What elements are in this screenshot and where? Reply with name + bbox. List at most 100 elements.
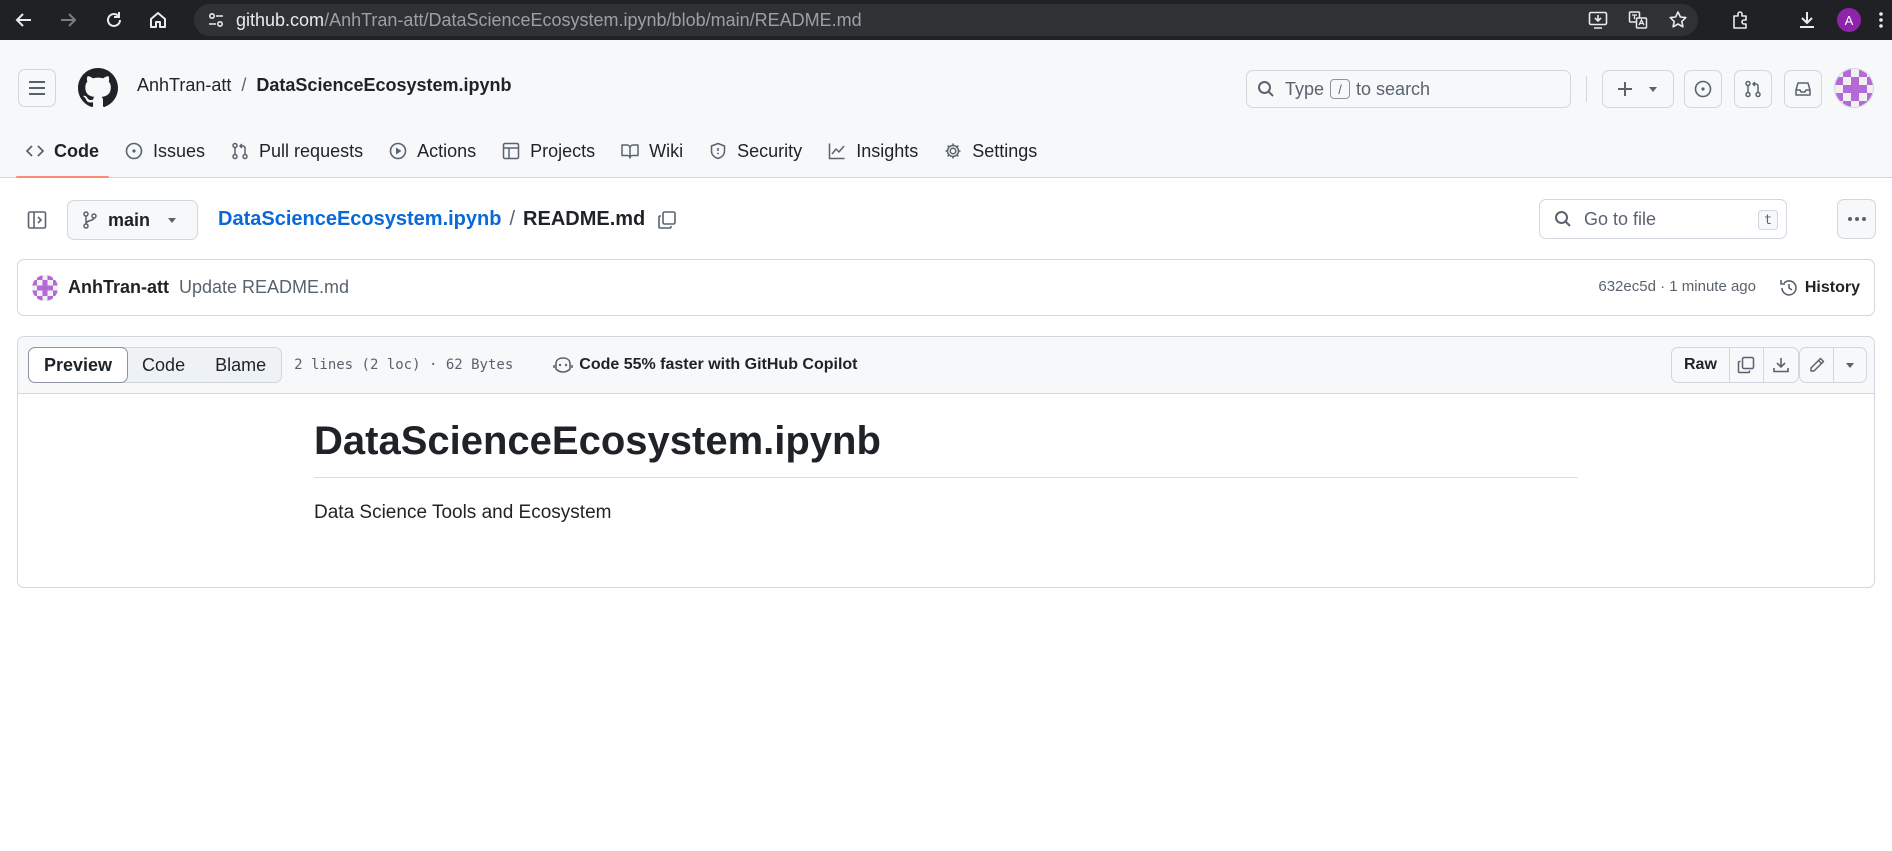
- profile-avatar: A: [1837, 8, 1861, 32]
- table-icon: [502, 142, 520, 160]
- tab-code[interactable]: Code: [16, 124, 109, 178]
- play-icon: [389, 142, 407, 160]
- tab-label: Security: [737, 140, 803, 161]
- code-mode-button[interactable]: Code: [127, 348, 200, 382]
- downloads-icon[interactable]: [1786, 0, 1828, 40]
- arrow-left-icon: [15, 13, 31, 27]
- chevron-down-icon: [1649, 87, 1657, 92]
- commit-sha-time[interactable]: 632ec5d · 1 minute ago: [1598, 278, 1756, 295]
- chevron-down-icon: [1846, 363, 1854, 368]
- forward-button[interactable]: [50, 0, 86, 40]
- copy-path-icon[interactable]: [657, 210, 677, 230]
- profile-button[interactable]: A: [1828, 0, 1870, 40]
- file-path-breadcrumb: DataScienceEcosystem.ipynb / README.md: [218, 208, 677, 231]
- inbox-icon: [1795, 82, 1811, 96]
- copy-raw-button[interactable]: [1730, 348, 1764, 382]
- search-icon: [1258, 81, 1274, 97]
- readme-content: DataScienceEcosystem.ipynb Data Science …: [314, 417, 1578, 524]
- commit-author[interactable]: AnhTran-att: [68, 277, 169, 298]
- hamburger-icon: [29, 81, 45, 95]
- back-button[interactable]: [6, 0, 42, 40]
- readme-paragraph: Data Science Tools and Ecosystem: [314, 502, 612, 523]
- tab-label: Actions: [417, 140, 477, 161]
- pull-requests-button[interactable]: [1734, 70, 1772, 108]
- download-button[interactable]: [1764, 348, 1798, 382]
- search-input[interactable]: Type / to search: [1246, 70, 1571, 108]
- tab-issues[interactable]: Issues: [115, 124, 215, 178]
- pencil-icon: [1809, 357, 1824, 372]
- view-mode-switch: Preview Code Blame: [28, 347, 283, 383]
- code-icon: [26, 142, 44, 160]
- raw-button[interactable]: Raw: [1672, 348, 1730, 382]
- site-info-icon[interactable]: [200, 4, 232, 36]
- edit-button[interactable]: [1800, 348, 1834, 382]
- file-viewer-header: Preview Code Blame 2 lines (2 loc) · 62 …: [18, 337, 1874, 394]
- github-logo-icon[interactable]: [78, 68, 118, 108]
- install-app-icon[interactable]: [1578, 4, 1618, 36]
- url-text: github.com/AnhTran-att/DataScienceEcosys…: [236, 9, 862, 30]
- search-placeholder-prefix: Type: [1285, 78, 1325, 99]
- tab-pull-requests[interactable]: Pull requests: [221, 124, 373, 178]
- tab-security[interactable]: Security: [699, 124, 812, 178]
- repo-link[interactable]: DataScienceEcosystem.ipynb: [256, 75, 511, 96]
- browser-toolbar: github.com/AnhTran-att/DataScienceEcosys…: [0, 0, 1892, 40]
- tab-wiki[interactable]: Wiki: [611, 124, 693, 178]
- gear-icon: [944, 142, 962, 160]
- menu-button[interactable]: [18, 69, 56, 107]
- header-divider: [1586, 76, 1587, 102]
- book-icon: [621, 142, 639, 160]
- tab-projects[interactable]: Projects: [492, 124, 605, 178]
- tab-label: Wiki: [649, 140, 684, 161]
- repo-tabs: Code Issues Pull requests Actions Projec…: [16, 124, 1053, 178]
- file-size-info: 2 lines (2 loc) · 62 Bytes: [294, 357, 514, 373]
- tab-settings[interactable]: Settings: [934, 124, 1047, 178]
- path-file-name: README.md: [523, 208, 646, 230]
- reload-icon: [107, 12, 121, 27]
- arrow-right-icon: [61, 13, 77, 27]
- tab-label: Insights: [856, 140, 919, 161]
- owner-link[interactable]: AnhTran-att: [137, 75, 231, 96]
- bookmark-star-icon[interactable]: [1658, 4, 1698, 36]
- tab-insights[interactable]: Insights: [818, 124, 928, 178]
- latest-commit: AnhTran-att Update README.md 632ec5d · 1…: [17, 259, 1875, 316]
- edit-dropdown-button[interactable]: [1834, 348, 1866, 382]
- issue-opened-icon: [1694, 80, 1712, 98]
- tab-actions[interactable]: Actions: [379, 124, 486, 178]
- copy-icon: [1738, 356, 1755, 374]
- go-to-file-input[interactable]: Go to file t: [1539, 199, 1787, 239]
- tab-label: Settings: [972, 140, 1038, 161]
- preview-mode-button[interactable]: Preview: [28, 347, 129, 383]
- commit-author-avatar[interactable]: [32, 274, 58, 301]
- address-bar[interactable]: github.com/AnhTran-att/DataScienceEcosys…: [194, 4, 1698, 36]
- history-icon: [1780, 280, 1797, 296]
- more-options-button[interactable]: [1837, 199, 1876, 239]
- commit-message[interactable]: Update README.md: [179, 277, 349, 298]
- blame-mode-button[interactable]: Blame: [200, 348, 281, 382]
- github-header: AnhTran-att / DataScienceEcosystem.ipynb…: [0, 40, 1892, 178]
- file-navigation: main DataScienceEcosystem.ipynb / README…: [0, 178, 1892, 262]
- path-repo-link[interactable]: DataScienceEcosystem.ipynb: [218, 208, 501, 231]
- readme-heading: DataScienceEcosystem.ipynb: [314, 417, 1578, 478]
- chrome-menu-icon[interactable]: [1870, 0, 1892, 40]
- issues-button[interactable]: [1684, 70, 1722, 108]
- user-avatar[interactable]: [1834, 68, 1874, 108]
- sidebar-expand-icon: [27, 211, 47, 229]
- tab-label: Code: [54, 140, 99, 161]
- extensions-icon[interactable]: [1720, 0, 1762, 40]
- inbox-button[interactable]: [1784, 70, 1822, 108]
- chevron-down-icon: [168, 218, 177, 223]
- branch-selector[interactable]: main: [67, 200, 198, 240]
- reload-button[interactable]: [96, 0, 132, 40]
- tab-label: Issues: [153, 140, 206, 161]
- create-new-button[interactable]: [1602, 70, 1674, 108]
- history-button[interactable]: History: [1779, 270, 1860, 306]
- toggle-file-tree-button[interactable]: [18, 201, 56, 239]
- pull-request-icon: [231, 142, 249, 160]
- home-button[interactable]: [140, 0, 176, 40]
- git-pull-request-icon: [1745, 80, 1761, 98]
- file-actions-group: Raw: [1671, 347, 1799, 383]
- translate-icon[interactable]: [1618, 4, 1658, 36]
- history-label: History: [1804, 279, 1860, 296]
- copilot-promo[interactable]: Code 55% faster with GitHub Copilot: [553, 356, 858, 374]
- download-icon: [1773, 358, 1789, 373]
